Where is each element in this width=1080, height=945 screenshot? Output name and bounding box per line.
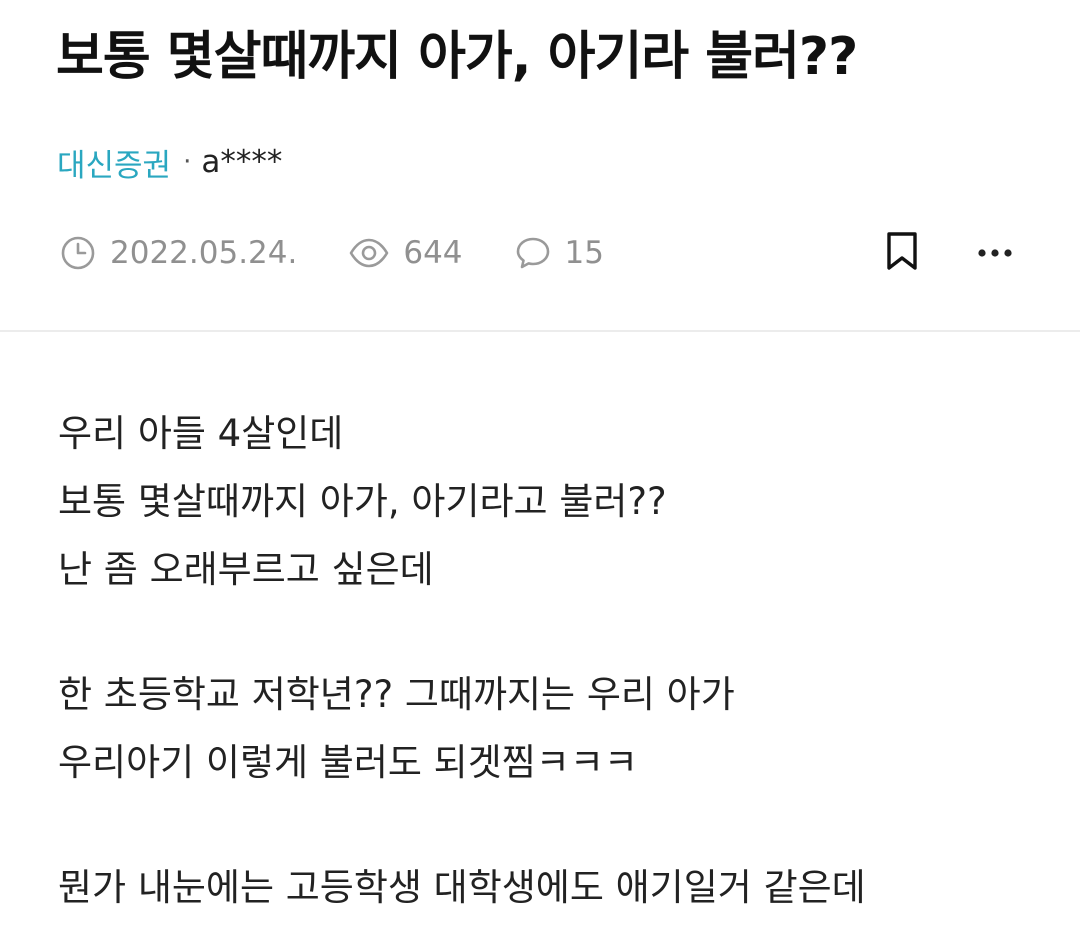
header-divider xyxy=(0,330,1080,332)
author-meta: 대신증권 · a**** xyxy=(57,140,282,184)
post-stats: 2022.05.24. 644 15 xyxy=(60,230,604,276)
view-count: 644 xyxy=(403,235,463,271)
post-body: 우리 아들 4살인데 보통 몇살때까지 아가, 아기라고 불러?? 난 좀 오래… xyxy=(58,400,1058,922)
body-line: 우리아기 이렇게 불러도 되겟찜ㅋㅋㅋ xyxy=(58,741,638,784)
eye-icon xyxy=(349,235,389,271)
body-line: 우리 아들 4살인데 xyxy=(58,412,344,455)
company-link[interactable]: 대신증권 xyxy=(57,140,171,185)
bookmark-button[interactable] xyxy=(877,228,927,278)
comment-count: 15 xyxy=(564,235,604,271)
post-date: 2022.05.24. xyxy=(110,235,298,271)
comments-stat[interactable]: 15 xyxy=(515,235,604,271)
body-line: 난 좀 오래부르고 싶은데 xyxy=(58,548,434,591)
views-stat: 644 xyxy=(349,235,463,271)
body-line: 한 초등학교 저학년?? 그때까지는 우리 아가 xyxy=(58,673,735,716)
speech-bubble-icon xyxy=(515,235,551,271)
body-line: 보통 몇살때까지 아가, 아기라고 불러?? xyxy=(58,480,667,523)
date-stat: 2022.05.24. xyxy=(60,235,297,271)
post-title: 보통 몇살때까지 아가, 아기라 불러?? xyxy=(56,27,858,87)
author-nickname: a**** xyxy=(201,144,283,180)
meta-separator: · xyxy=(183,147,192,177)
clock-icon xyxy=(60,235,96,271)
body-line: 뭔가 내눈에는 고등학생 대학생에도 애기일거 같은데 xyxy=(58,866,866,909)
bookmark-icon xyxy=(885,231,919,275)
more-options-button[interactable] xyxy=(970,228,1020,278)
more-dots-icon xyxy=(977,244,1013,263)
